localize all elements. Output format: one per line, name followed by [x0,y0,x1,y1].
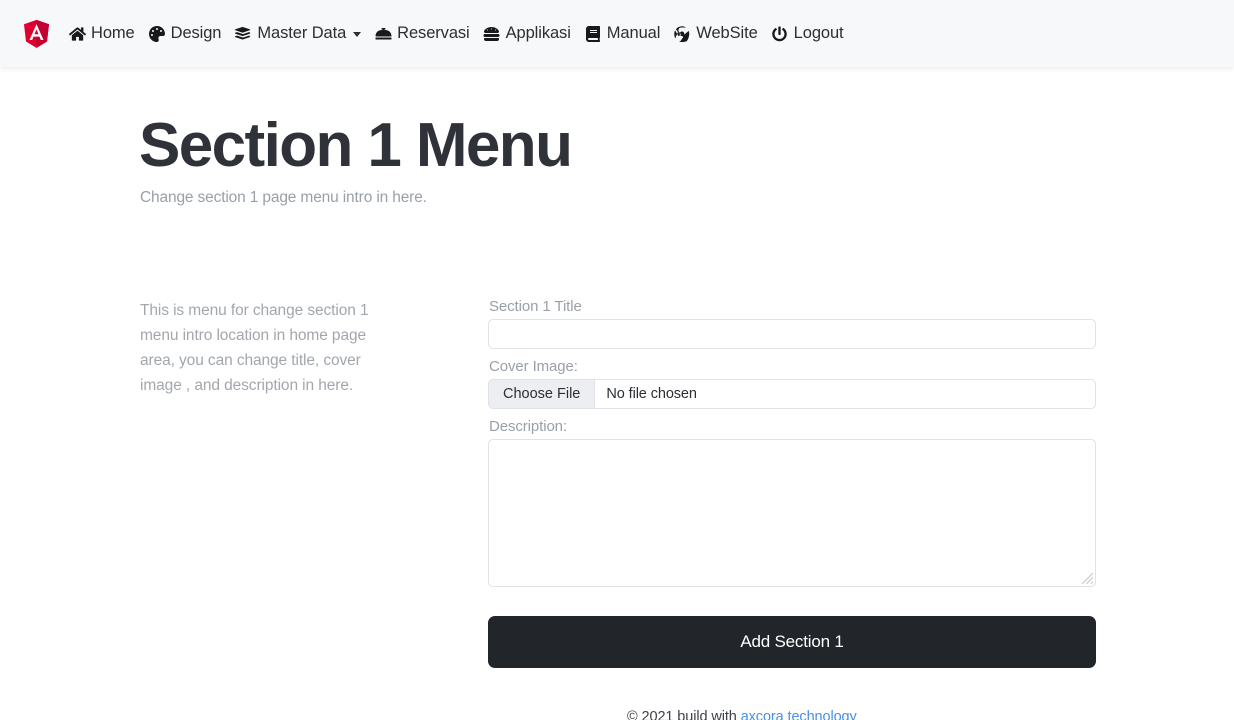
footer-text: © 2021 build with [627,708,741,720]
nav-item-manual[interactable]: Manual [584,22,674,45]
concierge-bell-icon [374,25,392,42]
footer-link-axcora[interactable]: axcora technology [741,709,857,720]
main-navbar: Home Design Master Data Reservasi Applik… [0,0,1234,67]
palette-icon [148,25,166,42]
content-row: This is menu for change section 1 menu i… [139,298,1096,668]
nav-item-home[interactable]: Home [68,22,148,45]
cover-image-file-input[interactable]: Choose File No file chosen [488,378,1096,409]
nav-item-label: Reservasi [397,24,470,42]
page-title: Section 1 Menu [139,111,573,180]
section-form: Section 1 Title Cover Image: Choose File… [488,298,1096,668]
add-section-button[interactable]: Add Section 1 [488,615,1096,668]
cover-image-label: Cover Image: [489,357,578,375]
section-title-label: Section 1 Title [489,297,582,315]
nav-item-design[interactable]: Design [148,22,235,45]
hamburger-food-icon [483,25,501,42]
database-icon [234,25,252,42]
nav-item-label: Logout [793,24,844,42]
nav-item-master-data[interactable]: Master Data [234,22,374,45]
nav-links: Home Design Master Data Reservasi Applik… [68,22,857,45]
nav-item-label: WebSite [696,24,758,42]
content-container: Section 1 Menu Change section 1 page men… [0,67,1234,720]
description-wrapper [488,438,1096,587]
intro-column: This is menu for change section 1 menu i… [140,298,488,668]
description-textarea[interactable] [488,438,1096,587]
footer: © 2021 build with axcora technology [139,709,1234,720]
chrome-globe-icon [673,25,691,42]
form-column: Section 1 Title Cover Image: Choose File… [488,298,1096,668]
nav-item-reservasi[interactable]: Reservasi [374,22,482,45]
section-title-input[interactable] [488,318,1096,349]
angular-shield-logo-icon[interactable] [22,19,51,49]
nav-item-label: Manual [606,24,661,42]
page-body: Section 1 Menu Change section 1 page men… [0,67,1234,720]
description-label: Description: [489,417,567,435]
nav-item-website[interactable]: WebSite [673,22,770,45]
book-icon [584,25,602,42]
chevron-down-icon [353,32,362,37]
nav-item-label: Home [91,24,135,42]
chosen-file-name: No file chosen [606,385,697,402]
choose-file-button[interactable]: Choose File [489,379,596,408]
home-icon [68,25,86,42]
nav-item-applikasi[interactable]: Applikasi [483,22,584,45]
nav-item-label: Design [170,24,222,42]
page-subtitle: Change section 1 page menu intro in here… [140,188,427,206]
power-icon [771,25,789,42]
nav-item-logout[interactable]: Logout [771,22,857,45]
intro-text: This is menu for change section 1 menu i… [140,301,369,394]
nav-item-label: Master Data [257,24,347,42]
nav-item-label: Applikasi [505,24,571,42]
